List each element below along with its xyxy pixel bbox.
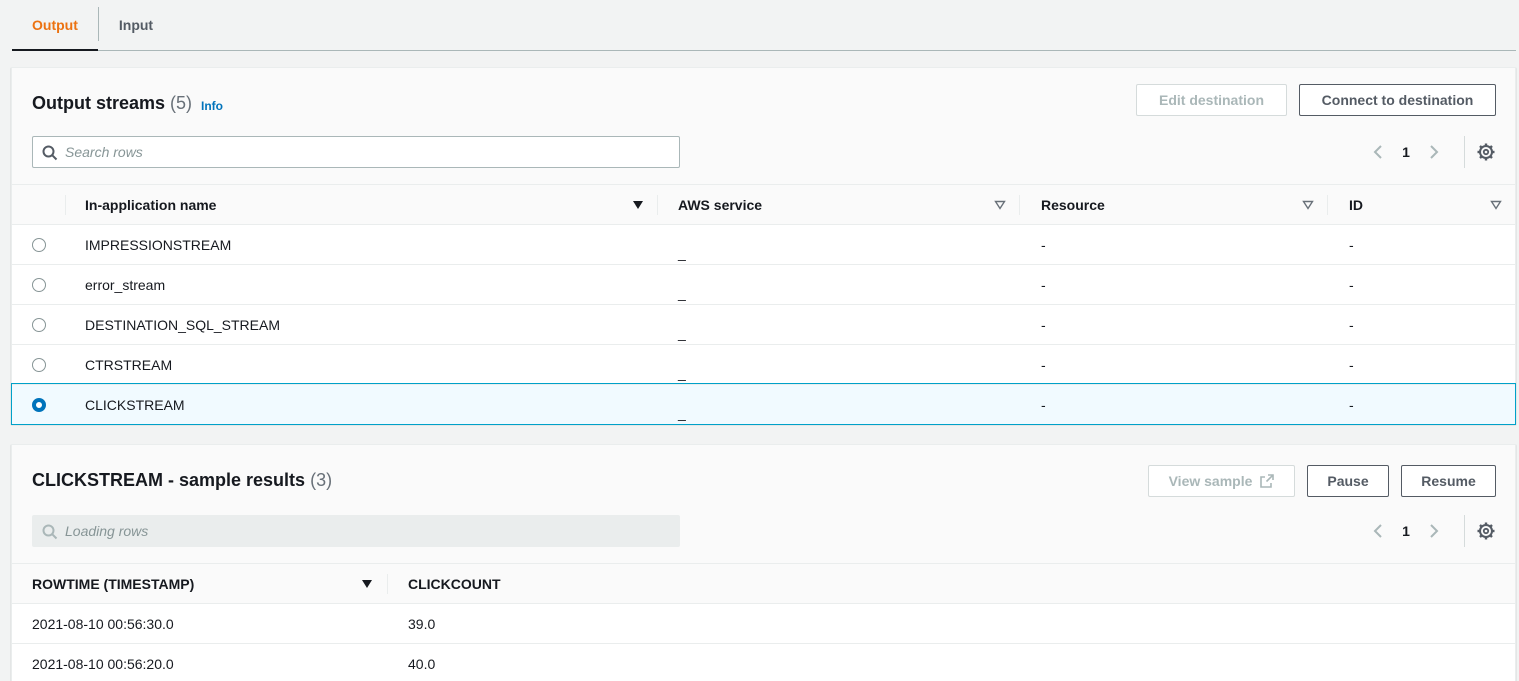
column-divider (657, 195, 658, 215)
output-streams-title: Output streams (32, 93, 166, 113)
tab-output[interactable]: Output (12, 0, 98, 51)
pager-divider (1464, 136, 1465, 168)
cell-rowtime: 2021-08-10 00:56:20.0 (32, 655, 174, 672)
table-row: 2021-08-10 00:56:20.0 40.0 (12, 643, 1515, 681)
sort-descending-icon[interactable] (632, 198, 644, 214)
sort-descending-icon[interactable] (361, 577, 373, 593)
panel-title: Output streams (5) (32, 93, 192, 114)
cell-id: - (1349, 276, 1354, 293)
column-header-aws-service[interactable]: AWS service (678, 185, 762, 224)
column-divider (1327, 195, 1328, 215)
column-header-resource[interactable]: Resource (1041, 185, 1105, 224)
column-divider (65, 195, 66, 215)
row-radio[interactable] (32, 318, 46, 332)
search-icon (42, 524, 58, 543)
next-page-icon[interactable] (1420, 144, 1448, 160)
column-divider (387, 574, 388, 594)
table-row[interactable]: DESTINATION_SQL_STREAM _ - - (12, 304, 1515, 344)
table-row[interactable]: error_stream _ - - (12, 264, 1515, 304)
sample-results-table: ROWTIME (TIMESTAMP) CLICKCOUNT 2021-08-1… (12, 563, 1515, 681)
next-page-icon[interactable] (1420, 523, 1448, 539)
column-divider (1019, 195, 1020, 215)
resume-button[interactable]: Resume (1401, 465, 1496, 497)
page-number[interactable]: 1 (1392, 144, 1420, 160)
table-header-row: ROWTIME (TIMESTAMP) CLICKCOUNT (12, 563, 1515, 603)
cell-resource: - (1041, 396, 1046, 413)
output-streams-count: (5) (170, 93, 193, 113)
search-input (65, 523, 679, 539)
view-sample-button[interactable]: View sample (1148, 465, 1295, 497)
search-rows-field[interactable] (32, 136, 680, 168)
sort-icon[interactable] (994, 198, 1006, 214)
column-header-clickcount[interactable]: CLICKCOUNT (408, 564, 501, 603)
sort-icon[interactable] (1490, 198, 1502, 214)
loading-rows-field (32, 515, 680, 547)
edit-destination-button[interactable]: Edit destination (1136, 84, 1287, 116)
row-radio[interactable] (32, 238, 46, 252)
sample-results-title: CLICKSTREAM - sample results (32, 470, 306, 490)
cell-name: DESTINATION_SQL_STREAM (85, 316, 281, 333)
table-row-selected[interactable]: CLICKSTREAM _ - - (11, 383, 1516, 425)
cell-name: IMPRESSIONSTREAM (85, 236, 232, 253)
cell-id: - (1349, 316, 1354, 333)
pagination: 1 (1364, 515, 1495, 547)
cell-id: - (1349, 236, 1354, 253)
tab-bar: Output Input (12, 0, 1516, 51)
table-row[interactable]: IMPRESSIONSTREAM _ - - (12, 224, 1515, 264)
column-header-in-application-name[interactable]: In-application name (85, 185, 216, 224)
previous-page-icon[interactable] (1364, 144, 1392, 160)
external-link-icon (1260, 474, 1275, 488)
cell-resource: - (1041, 236, 1046, 253)
row-radio-selected[interactable] (32, 398, 46, 412)
row-radio[interactable] (32, 358, 46, 372)
output-streams-panel: Output streams (5) Info Edit destination… (11, 67, 1516, 425)
panel-title: CLICKSTREAM - sample results (3) (32, 470, 332, 491)
gear-icon[interactable] (1477, 143, 1495, 161)
cell-resource: - (1041, 276, 1046, 293)
cell-name: error_stream (85, 276, 166, 293)
cell-clickcount: 39.0 (408, 615, 436, 632)
table-row: 2021-08-10 00:56:30.0 39.0 (12, 603, 1515, 643)
pager-divider (1464, 515, 1465, 547)
cell-service: _ (678, 404, 686, 421)
page-number[interactable]: 1 (1392, 523, 1420, 539)
column-header-id[interactable]: ID (1349, 185, 1363, 224)
view-sample-label: View sample (1168, 473, 1253, 489)
cell-id: - (1349, 356, 1354, 373)
previous-page-icon[interactable] (1364, 523, 1392, 539)
cell-id: - (1349, 396, 1354, 413)
tab-input[interactable]: Input (99, 0, 173, 50)
cell-name: CTRSTREAM (85, 356, 173, 373)
gear-icon[interactable] (1477, 522, 1495, 540)
output-streams-table: In-application name AWS service Resource… (11, 184, 1516, 425)
cell-clickcount: 40.0 (408, 655, 436, 672)
column-header-rowtime[interactable]: ROWTIME (TIMESTAMP) (32, 564, 194, 603)
sort-icon[interactable] (1302, 198, 1314, 214)
connect-to-destination-button[interactable]: Connect to destination (1299, 84, 1496, 116)
sample-results-panel: CLICKSTREAM - sample results (3) View sa… (11, 444, 1516, 681)
search-icon (42, 145, 58, 164)
info-link[interactable]: Info (201, 99, 223, 113)
pagination: 1 (1364, 136, 1495, 168)
row-radio[interactable] (32, 278, 46, 292)
table-header-row: In-application name AWS service Resource… (12, 184, 1515, 224)
cell-resource: - (1041, 316, 1046, 333)
cell-resource: - (1041, 356, 1046, 373)
pause-button[interactable]: Pause (1307, 465, 1389, 497)
search-input[interactable] (65, 144, 679, 160)
sample-results-count: (3) (310, 470, 333, 490)
cell-name: CLICKSTREAM (85, 396, 185, 413)
table-row[interactable]: CTRSTREAM _ - - (12, 344, 1515, 384)
cell-rowtime: 2021-08-10 00:56:30.0 (32, 615, 174, 632)
